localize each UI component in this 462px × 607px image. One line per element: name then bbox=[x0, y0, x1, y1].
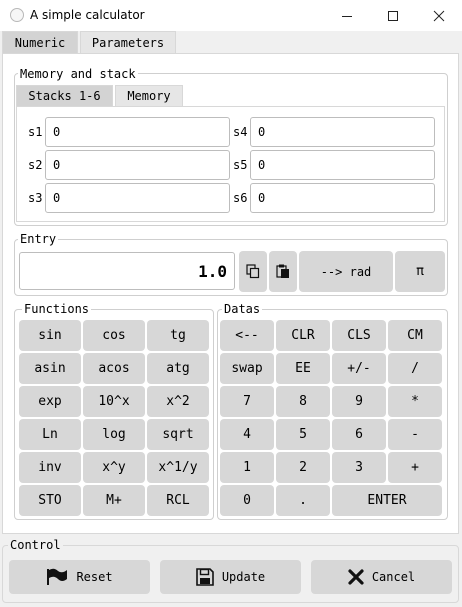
stack-field-s4[interactable]: 0 bbox=[250, 117, 435, 147]
stack-label-s6: s6 bbox=[233, 191, 248, 205]
functions-button-sqrt[interactable]: sqrt bbox=[147, 419, 209, 450]
paste-button[interactable] bbox=[269, 251, 297, 292]
datas-button-key15[interactable]: - bbox=[388, 419, 442, 450]
datas-button-cls[interactable]: CLS bbox=[332, 320, 386, 351]
datas-title: Datas bbox=[222, 302, 263, 316]
maximize-icon bbox=[388, 10, 398, 21]
datas-button-7[interactable]: 7 bbox=[220, 386, 274, 417]
copy-button[interactable] bbox=[239, 251, 267, 292]
datas-button-cm[interactable]: CM bbox=[388, 320, 442, 351]
close-icon bbox=[433, 10, 445, 21]
cancel-x-icon bbox=[348, 569, 364, 585]
window-title: A simple calculator bbox=[30, 8, 145, 22]
functions-button-xy[interactable]: x^y bbox=[83, 452, 145, 483]
datas-button-4[interactable]: 4 bbox=[220, 419, 274, 450]
functions-button-sin[interactable]: sin bbox=[19, 320, 81, 351]
functions-grid: sin cos tg asin acos atg exp 10^x x^2 Ln log sqrt in… bbox=[19, 320, 212, 518]
datas-button-key19[interactable]: + bbox=[388, 452, 442, 483]
close-button[interactable] bbox=[416, 0, 462, 31]
stack-field-s2[interactable]: 0 bbox=[45, 150, 230, 180]
stack-label-s3: s3 bbox=[28, 191, 43, 205]
datas-button-2[interactable]: 2 bbox=[276, 452, 330, 483]
datas-button-clr[interactable]: CLR bbox=[276, 320, 330, 351]
tab-numeric[interactable]: Numeric bbox=[2, 31, 78, 53]
maximize-button[interactable] bbox=[370, 0, 416, 31]
tab-memory[interactable]: Memory bbox=[115, 85, 183, 106]
datas-button-key21[interactable]: . bbox=[276, 485, 330, 516]
update-label: Update bbox=[221, 570, 266, 584]
datas-grid: <-- CLR CLS CM swap EE +/-/ 7 8 9 * 4 5 6- 1 2 3 +0. ENTER bbox=[220, 320, 443, 518]
functions-button-rcl[interactable]: RCL bbox=[147, 485, 209, 516]
functions-button-atg[interactable]: atg bbox=[147, 353, 209, 384]
tab-stacks[interactable]: Stacks 1-6 bbox=[16, 85, 113, 106]
datas-button-swap[interactable]: swap bbox=[220, 353, 274, 384]
datas-button-key7[interactable]: / bbox=[388, 353, 442, 384]
rad-mode-button[interactable]: --> rad bbox=[299, 251, 393, 292]
datas-button-key11[interactable]: * bbox=[388, 386, 442, 417]
datas-button-1[interactable]: 1 bbox=[220, 452, 274, 483]
datas-button-key6[interactable]: +/- bbox=[332, 353, 386, 384]
datas-button-3[interactable]: 3 bbox=[332, 452, 386, 483]
entry-title: Entry bbox=[18, 232, 59, 246]
stack-field-s5[interactable]: 0 bbox=[250, 150, 435, 180]
functions-button-m[interactable]: M+ bbox=[83, 485, 145, 516]
functions-button-sto[interactable]: STO bbox=[19, 485, 81, 516]
functions-title: Functions bbox=[22, 302, 92, 316]
functions-button-x2[interactable]: x^2 bbox=[147, 386, 209, 417]
stack-field-s3[interactable]: 0 bbox=[45, 183, 230, 213]
app-icon bbox=[10, 8, 24, 22]
paste-icon bbox=[276, 264, 289, 278]
datas-button-key0[interactable]: <-- bbox=[220, 320, 274, 351]
stack-label-s2: s2 bbox=[28, 158, 43, 172]
datas-button-ee[interactable]: EE bbox=[276, 353, 330, 384]
pi-button[interactable]: π bbox=[395, 251, 445, 292]
reset-label: Reset bbox=[76, 570, 113, 584]
functions-button-x1y[interactable]: x^1/y bbox=[147, 452, 209, 483]
functions-button-cos[interactable]: cos bbox=[83, 320, 145, 351]
functions-button-exp[interactable]: exp bbox=[19, 386, 81, 417]
cancel-button[interactable]: Cancel bbox=[311, 560, 452, 594]
datas-button-5[interactable]: 5 bbox=[276, 419, 330, 450]
functions-button-asin[interactable]: asin bbox=[19, 353, 81, 384]
functions-button-ln[interactable]: Ln bbox=[19, 419, 81, 450]
functions-button-tg[interactable]: tg bbox=[147, 320, 209, 351]
functions-button-inv[interactable]: inv bbox=[19, 452, 81, 483]
update-button[interactable]: Update bbox=[160, 560, 301, 594]
copy-icon bbox=[246, 264, 260, 279]
stack-label-s4: s4 bbox=[233, 125, 248, 139]
datas-button-8[interactable]: 8 bbox=[276, 386, 330, 417]
stack-field-s1[interactable]: 0 bbox=[45, 117, 230, 147]
tab-parameters[interactable]: Parameters bbox=[80, 31, 176, 53]
memory-stack-title: Memory and stack bbox=[18, 67, 138, 81]
flag-icon bbox=[47, 568, 68, 585]
stack-label-s5: s5 bbox=[233, 158, 248, 172]
functions-button-10x[interactable]: 10^x bbox=[83, 386, 145, 417]
entry-field[interactable]: 1.0 bbox=[19, 252, 235, 290]
stack-field-s6[interactable]: 0 bbox=[250, 183, 435, 213]
minimize-icon bbox=[342, 15, 352, 17]
cancel-label: Cancel bbox=[371, 570, 416, 584]
functions-button-log[interactable]: log bbox=[83, 419, 145, 450]
save-icon bbox=[196, 568, 214, 586]
functions-button-acos[interactable]: acos bbox=[83, 353, 145, 384]
control-title: Control bbox=[8, 538, 63, 552]
reset-button[interactable]: Reset bbox=[9, 560, 150, 594]
stack-label-s1: s1 bbox=[28, 125, 43, 139]
datas-button-0[interactable]: 0 bbox=[220, 485, 274, 516]
datas-button-9[interactable]: 9 bbox=[332, 386, 386, 417]
datas-button-6[interactable]: 6 bbox=[332, 419, 386, 450]
minimize-button[interactable] bbox=[324, 0, 370, 31]
datas-button-enter[interactable]: ENTER bbox=[332, 485, 442, 516]
